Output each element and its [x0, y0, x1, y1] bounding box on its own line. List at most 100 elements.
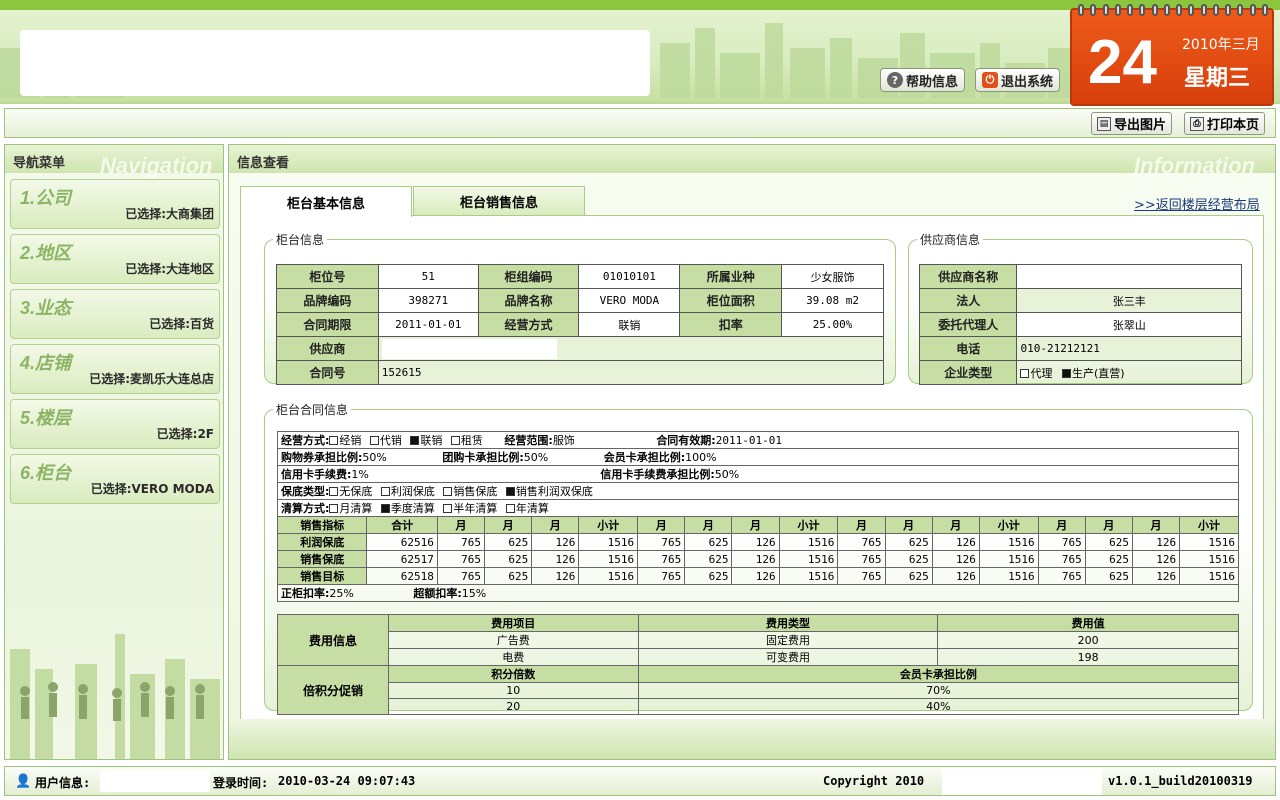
- over-rate-value: 15%: [461, 587, 487, 600]
- nav-item-region[interactable]: 2.地区 已选择:大连地区: [10, 234, 220, 284]
- tab-counter-basic[interactable]: 柜台基本信息: [240, 186, 412, 217]
- supplier-info-group: 供应商信息 供应商名称 法人 张三丰 委托代理人 张翠山 电话 010-2121: [908, 231, 1253, 385]
- contract-row-cards: 购物券承担比例:50% 团购卡承担比例:50% 会员卡承担比例:100%: [277, 448, 1239, 466]
- main-title-bar: 信息查看 Information: [229, 145, 1275, 178]
- contract-no-value: 152615: [377, 360, 885, 385]
- help-button[interactable]: ? 帮助信息: [880, 68, 966, 92]
- back-to-floor-link[interactable]: >>返回楼层经营布局: [1134, 194, 1260, 213]
- help-icon: ?: [887, 72, 903, 88]
- nav-item-store[interactable]: 4.店铺 已选择:麦凯乐大连总店: [10, 344, 220, 394]
- settle-checkbox-month[interactable]: [329, 504, 339, 513]
- supplier-value: [377, 336, 885, 361]
- toolbar: ▤ 导出图片 ⎙ 打印本页: [4, 108, 1276, 138]
- guarantee-checkbox-sales[interactable]: [443, 487, 453, 496]
- sales-header-row: 销售指标 合计 月 月 月 小计 月 月 月 小计 月 月 月 小计 月 月 月: [276, 516, 1239, 534]
- main-watermark: Information: [1134, 153, 1255, 178]
- nav-item-format[interactable]: 3.业态 已选择:百货: [10, 289, 220, 339]
- mode-checkbox-lease[interactable]: [450, 436, 460, 445]
- nav-item-selected: 已选择:大商集团: [125, 207, 214, 221]
- settle-checkbox-quarter[interactable]: [380, 504, 390, 513]
- settle-checkbox-year[interactable]: [505, 504, 515, 513]
- legal-person-label: 法人: [918, 288, 1018, 313]
- export-label: 导出图片: [1114, 118, 1167, 133]
- logout-icon: ⏻: [982, 72, 998, 88]
- rate-value: 25.00%: [781, 312, 884, 337]
- industry-value: 少女服饰: [781, 264, 884, 289]
- nav-item-floor[interactable]: 5.楼层 已选择:2F: [10, 399, 220, 449]
- print-page-button[interactable]: ⎙ 打印本页: [1184, 112, 1266, 135]
- save-icon: ▤: [1097, 116, 1111, 131]
- tab-counter-sales[interactable]: 柜台销售信息: [413, 186, 585, 216]
- phone-label: 电话: [918, 336, 1018, 361]
- nav-item-label: 5.楼层: [20, 408, 72, 428]
- user-value: [100, 770, 210, 792]
- contract-row-mode: 经营方式: 经销 代销 联销 租赁 经营范围:服饰 合同有效期:2011-01-0…: [277, 431, 1239, 449]
- nav-item-company[interactable]: 1.公司 已选择:大商集团: [10, 179, 220, 229]
- fee-table: 费用信息 费用项目 费用类型 费用值 广告费 固定费用 200 电费 可变费用 …: [277, 614, 1240, 715]
- rate-label: 扣率: [679, 312, 783, 337]
- supplier-label: 供应商: [276, 336, 379, 361]
- guarantee-checkbox-both[interactable]: [505, 487, 515, 496]
- guarantee-checkbox-none[interactable]: [329, 487, 339, 496]
- points-title: 倍积分促销: [277, 665, 389, 715]
- contract-row-settle: 清算方式: 月清算 季度清算 半年清算 年清算: [277, 499, 1239, 517]
- counter-info-table: 柜位号 51 柜组编码 01010101 所属业种 少女服饰 品牌编码 3982…: [276, 264, 885, 385]
- sales-row-target: 销售目标 62518 765 625 126 1516 765 625 126 …: [276, 567, 1239, 585]
- status-bar: 👤 用户信息: 登录时间: 2010-03-24 09:07:43 Copyri…: [4, 766, 1276, 796]
- credit-share-value: 50%: [714, 468, 740, 481]
- credit-fee-value: 1%: [351, 468, 369, 481]
- counter-info-legend: 柜台信息: [276, 233, 325, 247]
- enterprise-type-options: 代理 生产(直营): [1016, 360, 1242, 385]
- contract-table: 经营方式: 经销 代销 联销 租赁 经营范围:服饰 合同有效期:2011-01-0…: [276, 431, 1239, 602]
- version: v1.0.1_build20100319: [1108, 774, 1253, 788]
- contract-info-group: 柜台合同信息 经营方式: 经销 代销 联销 租赁 经营范围:服饰 合同有效期:20…: [264, 401, 1253, 715]
- calendar-weekday: 星期三: [1184, 66, 1251, 91]
- logout-button[interactable]: ⏻ 退出系统: [975, 68, 1061, 92]
- voucher-value: 50%: [362, 451, 387, 464]
- settle-checkbox-half[interactable]: [443, 504, 453, 513]
- area-label: 柜位面积: [679, 288, 783, 313]
- login-time: 2010-03-24 09:07:43: [278, 774, 416, 788]
- points-row: 10 70%: [278, 682, 1240, 699]
- supplier-name-label: 供应商名称: [918, 264, 1018, 289]
- nav-item-counter[interactable]: 6.柜台 已选择:VERO MODA: [10, 454, 220, 504]
- city-silhouette-graphic: [10, 634, 220, 759]
- date-calendar: 24 2010年三月 星期三: [1070, 4, 1274, 106]
- tab-content: 柜台信息 柜位号 51 柜组编码 01010101 所属业种 少女服饰 品牌编码…: [240, 215, 1264, 735]
- group-code-label: 柜组编码: [477, 264, 580, 289]
- main-title: 信息查看: [237, 156, 290, 171]
- pos-no-label: 柜位号: [276, 264, 379, 289]
- mode-value: 联销: [578, 312, 681, 337]
- normal-rate-value: 25%: [329, 587, 354, 600]
- mode-checkbox-dealer[interactable]: [329, 436, 339, 445]
- main-footer-strip: [229, 719, 1275, 759]
- copyright: Copyright 2010: [823, 774, 925, 788]
- fee-row: 广告费 固定费用 200: [278, 631, 1239, 649]
- nav-item-selected: 已选择:百货: [149, 317, 214, 331]
- login-label: 登录时间:: [213, 776, 269, 790]
- nav-item-label: 4.店铺: [20, 353, 72, 373]
- contract-period-value: 2011-01-01: [377, 312, 479, 337]
- supplier-info-legend: 供应商信息: [920, 233, 981, 247]
- calendar-year-month: 2010年三月: [1182, 37, 1260, 53]
- mode-checkbox-joint[interactable]: [410, 436, 420, 445]
- company-name: [942, 769, 1102, 795]
- brand-name-label: 品牌名称: [477, 288, 580, 313]
- type-producer-checkbox[interactable]: [1061, 368, 1071, 378]
- brand-code-value: 398271: [377, 288, 479, 313]
- contract-row-guarantee: 保底类型: 无保底 利润保底 销售保底 销售利润双保底: [277, 482, 1239, 500]
- nav-panel: 导航菜单 Navigation 1.公司 已选择:大商集团 2.地区 已选择:大…: [4, 144, 224, 760]
- nav-item-label: 6.柜台: [20, 463, 72, 483]
- mode-label: 经营方式: [477, 312, 580, 337]
- nav-item-selected: 已选择:2F: [156, 427, 214, 441]
- legal-person-value: 张三丰: [1016, 288, 1242, 313]
- sales-row-profit: 利润保底 62516 765 625 126 1516 765 625 126 …: [276, 533, 1239, 551]
- industry-label: 所属业种: [679, 264, 783, 289]
- type-agent-checkbox[interactable]: [1020, 368, 1030, 378]
- contract-row-credit: 信用卡手续费:1% 信用卡手续费承担比例:50%: [277, 465, 1239, 483]
- contract-row-rates: 正柜扣率:25% 超额扣率:15%: [277, 584, 1239, 602]
- mode-checkbox-consign[interactable]: [369, 436, 379, 445]
- group-code-value: 01010101: [578, 264, 681, 289]
- export-image-button[interactable]: ▤ 导出图片: [1091, 112, 1173, 135]
- guarantee-checkbox-profit[interactable]: [380, 487, 390, 496]
